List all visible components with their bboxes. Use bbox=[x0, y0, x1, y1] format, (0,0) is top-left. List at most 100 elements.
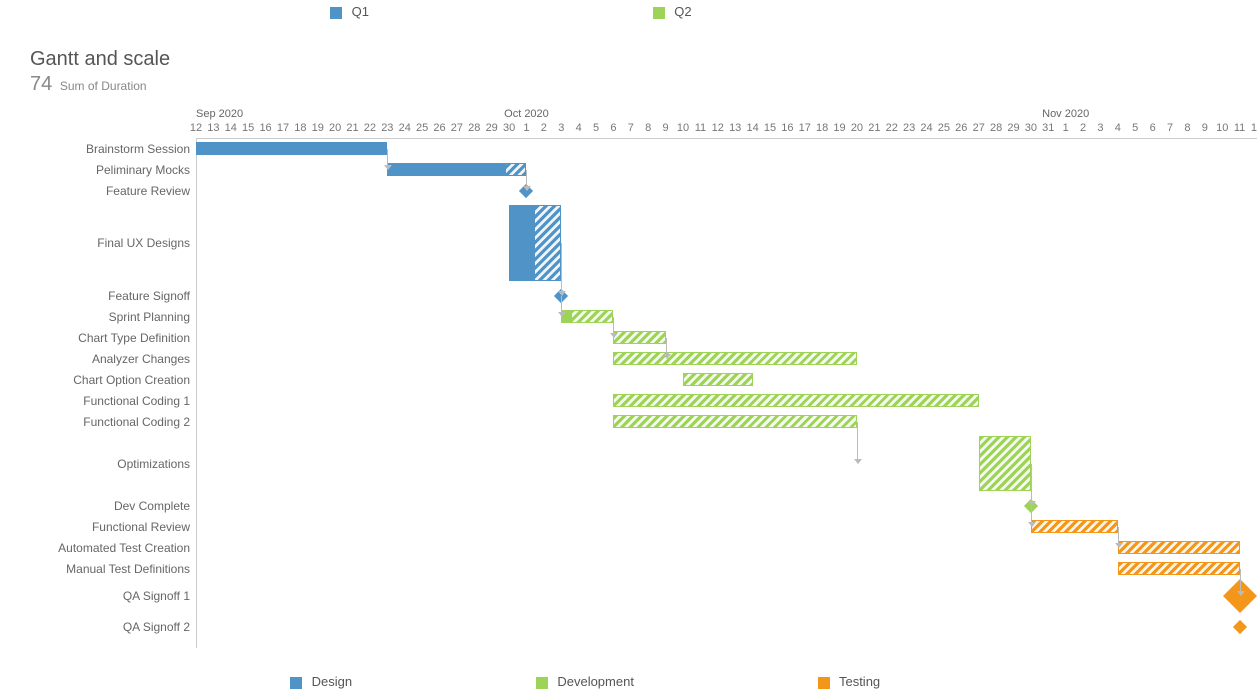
axis-day-tick: 28 bbox=[468, 122, 480, 134]
milestone[interactable] bbox=[1223, 579, 1257, 613]
axis-day-tick: 22 bbox=[886, 122, 898, 134]
task-label: Functional Coding 1 bbox=[83, 394, 190, 408]
axis-day-tick: 18 bbox=[294, 122, 306, 134]
gantt-bar[interactable] bbox=[1118, 562, 1240, 575]
gantt-bar[interactable] bbox=[683, 373, 753, 386]
axis-day-tick: 13 bbox=[207, 122, 219, 134]
chart-title: Gantt and scale bbox=[30, 48, 170, 71]
axis-day-tick: 9 bbox=[1202, 122, 1208, 134]
axis-day-tick: 13 bbox=[729, 122, 741, 134]
axis-day-tick: 24 bbox=[399, 122, 411, 134]
axis-day-tick: 25 bbox=[938, 122, 950, 134]
axis-day-tick: 6 bbox=[610, 122, 616, 134]
task-label: QA Signoff 2 bbox=[123, 620, 190, 634]
task-label: QA Signoff 1 bbox=[123, 589, 190, 603]
gantt-bar-progress bbox=[561, 310, 571, 323]
axis-day-tick: 14 bbox=[746, 122, 758, 134]
axis-day-tick: 11 bbox=[695, 122, 706, 134]
axis-day-tick: 17 bbox=[799, 122, 811, 134]
task-label: Dev Complete bbox=[114, 499, 190, 513]
task-label: Peliminary Mocks bbox=[96, 163, 190, 177]
task-label: Automated Test Creation bbox=[58, 541, 190, 555]
legend-swatch bbox=[330, 7, 342, 19]
axis-day-tick: 1 bbox=[1063, 122, 1069, 134]
axis-day-tick: 20 bbox=[851, 122, 863, 134]
axis-day-tick: 22 bbox=[364, 122, 376, 134]
milestone[interactable] bbox=[1024, 498, 1038, 512]
axis-day-tick: 15 bbox=[242, 122, 254, 134]
task-label: Feature Review bbox=[106, 184, 190, 198]
axis-day-tick: 14 bbox=[225, 122, 237, 134]
axis-day-tick: 7 bbox=[628, 122, 634, 134]
axis-day-tick: 20 bbox=[329, 122, 341, 134]
axis-day-tick: 28 bbox=[990, 122, 1002, 134]
gantt-bar[interactable] bbox=[613, 352, 857, 365]
axis-day-tick: 15 bbox=[764, 122, 776, 134]
task-label: Chart Type Definition bbox=[78, 331, 190, 345]
axis-day-tick: 5 bbox=[593, 122, 599, 134]
axis-day-tick: 4 bbox=[1115, 122, 1121, 134]
axis-day-tick: 16 bbox=[259, 122, 271, 134]
task-label: Manual Test Definitions bbox=[66, 562, 190, 576]
task-label: Optimizations bbox=[117, 457, 190, 471]
gantt-chart[interactable]: Brainstorm SessionPeliminary MocksFeatur… bbox=[0, 108, 1257, 648]
axis-day-tick: 9 bbox=[663, 122, 669, 134]
gantt-bar[interactable] bbox=[1031, 520, 1118, 533]
legend-label: Q2 bbox=[674, 4, 691, 19]
legend-label: Testing bbox=[839, 674, 880, 689]
axis-day-tick: 10 bbox=[677, 122, 689, 134]
axis-day-tick: 3 bbox=[1097, 122, 1103, 134]
milestone[interactable] bbox=[554, 288, 568, 302]
gantt-bar[interactable] bbox=[1118, 541, 1240, 554]
legend-item[interactable]: Development bbox=[536, 674, 634, 689]
axis-day-tick: 4 bbox=[576, 122, 582, 134]
axis-day-tick: 2 bbox=[1080, 122, 1086, 134]
gantt-bar[interactable] bbox=[613, 331, 665, 344]
gantt-bar[interactable] bbox=[613, 394, 978, 407]
top-legend: Q1 Q2 bbox=[0, 4, 1257, 28]
legend-item[interactable]: Q2 bbox=[653, 4, 692, 19]
legend-swatch bbox=[536, 677, 548, 689]
axis-day-tick: 26 bbox=[433, 122, 445, 134]
axis-day-tick: 24 bbox=[920, 122, 932, 134]
milestone[interactable] bbox=[519, 183, 533, 197]
axis-day-tick: 23 bbox=[903, 122, 915, 134]
axis-day-tick: 7 bbox=[1167, 122, 1173, 134]
task-label: Chart Option Creation bbox=[73, 373, 190, 387]
axis-day-tick: 29 bbox=[486, 122, 498, 134]
axis-day-tick: 23 bbox=[381, 122, 393, 134]
axis-day-tick: 25 bbox=[416, 122, 428, 134]
axis-day-tick: 2 bbox=[541, 122, 547, 134]
axis-day-tick: 11 bbox=[1234, 122, 1245, 134]
axis-day-tick: 26 bbox=[955, 122, 967, 134]
axis-day-tick: 31 bbox=[1042, 122, 1054, 134]
task-label: Analyzer Changes bbox=[92, 352, 190, 366]
legend-swatch bbox=[290, 677, 302, 689]
kpi-value: 74 bbox=[30, 73, 52, 95]
task-label: Functional Review bbox=[92, 520, 190, 534]
gantt-bar[interactable] bbox=[613, 415, 857, 428]
gantt-bar-progress bbox=[509, 205, 535, 281]
legend-item[interactable]: Design bbox=[290, 674, 352, 689]
axis-line bbox=[196, 138, 1257, 139]
axis-day-tick: 30 bbox=[1025, 122, 1037, 134]
gantt-bar-progress bbox=[196, 142, 387, 155]
axis-day-tick: 21 bbox=[868, 122, 880, 134]
axis-day-tick: 6 bbox=[1150, 122, 1156, 134]
axis-day-tick: 10 bbox=[1216, 122, 1228, 134]
legend-swatch bbox=[818, 677, 830, 689]
gantt-bar[interactable] bbox=[979, 436, 1031, 491]
axis-day-tick: 12 bbox=[190, 122, 202, 134]
task-label: Functional Coding 2 bbox=[83, 415, 190, 429]
axis-day-tick: 27 bbox=[973, 122, 985, 134]
axis-line bbox=[196, 138, 197, 648]
kpi-label: Sum of Duration bbox=[60, 79, 147, 93]
legend-label: Q1 bbox=[352, 4, 369, 19]
axis-day-tick: 30 bbox=[503, 122, 515, 134]
axis-day-tick: 3 bbox=[558, 122, 564, 134]
legend-item[interactable]: Q1 bbox=[330, 4, 369, 19]
axis-month-tick: Oct 2020 bbox=[504, 108, 549, 120]
axis-day-tick: 29 bbox=[1007, 122, 1019, 134]
legend-item[interactable]: Testing bbox=[818, 674, 881, 689]
milestone[interactable] bbox=[1233, 620, 1247, 634]
